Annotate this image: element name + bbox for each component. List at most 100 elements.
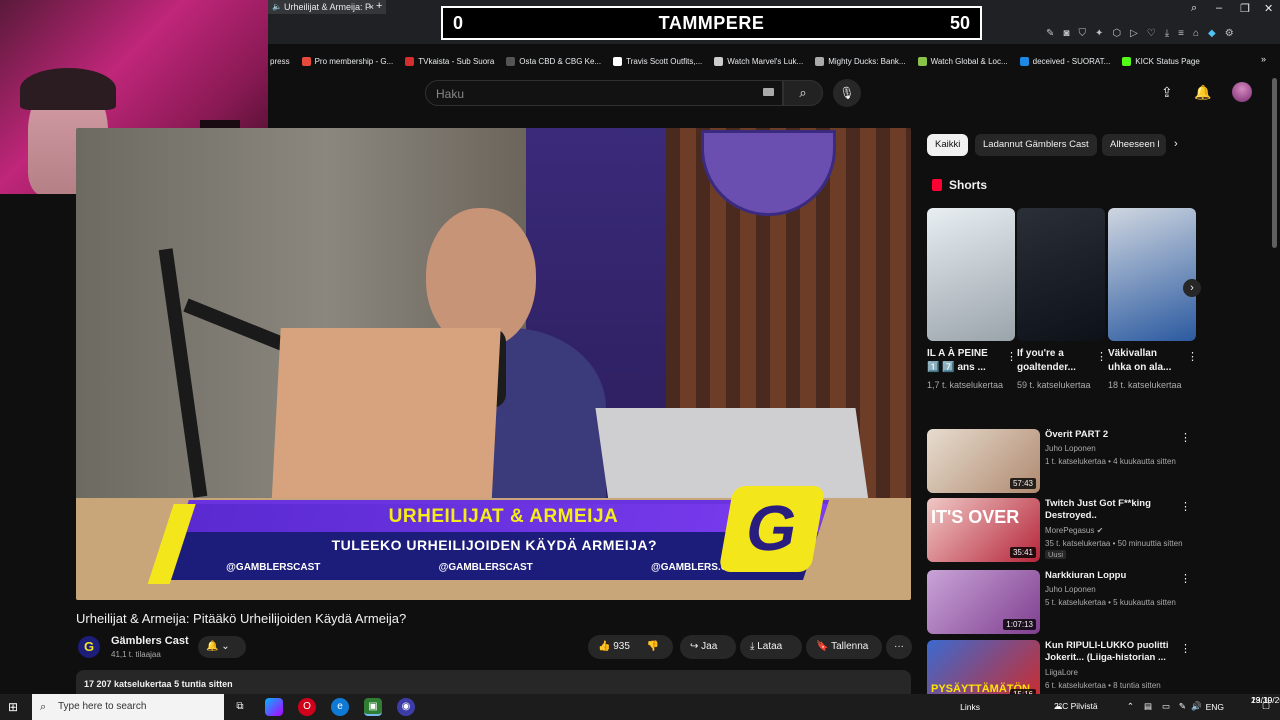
minimize-icon[interactable]: –	[1216, 2, 1222, 14]
pen-icon[interactable]: ✎	[1179, 701, 1186, 712]
opera-icon[interactable]: O	[298, 698, 316, 716]
save-button[interactable]: 🔖 Tallenna	[806, 635, 882, 659]
taskbar-search[interactable]: ⌕ Type here to search	[32, 694, 224, 720]
video-thumbnail[interactable]: 57:43	[927, 429, 1040, 493]
search-tabs-icon[interactable]: ⌕	[1191, 2, 1197, 15]
short-item[interactable]: If you're a goaltender... 59 t. katseluke…	[1017, 208, 1107, 392]
bookmarks-more-icon[interactable]: »	[1261, 54, 1266, 64]
channel-name[interactable]: Gämblers Cast	[111, 635, 189, 647]
bookmark-favicon-icon	[405, 56, 415, 66]
verified-icon: ✔	[1096, 526, 1104, 535]
channel-name: Juho Loponen	[1045, 444, 1096, 453]
keyboard-icon[interactable]	[763, 88, 774, 96]
bookmark-item[interactable]: Mighty Ducks: Bank...	[815, 56, 906, 66]
shorts-header: Shorts	[932, 178, 987, 192]
share-button[interactable]: ↪ Jaa	[680, 635, 736, 659]
more-vert-icon[interactable]: ⋮	[1180, 500, 1191, 513]
heart-icon[interactable]: ♡	[1147, 28, 1156, 39]
volume-icon[interactable]: 🔊	[1191, 701, 1202, 712]
bookmark-item[interactable]: Pro membership - G...	[301, 56, 393, 66]
chip-all[interactable]: Kaikki	[927, 134, 969, 156]
maximize-icon[interactable]: ❐	[1240, 2, 1250, 15]
cube-icon[interactable]: ⬡	[1112, 28, 1121, 39]
profile-icon[interactable]: ◆	[1208, 28, 1216, 39]
tab-close-icon[interactable]: ×	[369, 0, 374, 14]
video-thumbnail[interactable]: IT'S OVER 35:41	[927, 498, 1040, 562]
bookmark-item[interactable]: Travis Scott Outfits,...	[613, 56, 702, 66]
short-thumbnail[interactable]	[927, 208, 1015, 341]
search-input[interactable]: Haku	[425, 80, 783, 106]
play-icon[interactable]: ▷	[1130, 28, 1138, 39]
bookmark-item[interactable]: KICK Status Page	[1122, 56, 1200, 66]
short-item[interactable]: IL A À PEINE 1️⃣ 7️⃣ ans ... 1,7 t. katse…	[927, 208, 1017, 392]
chip-related[interactable]: Alheeseen l	[1102, 134, 1166, 156]
bookmark-item[interactable]: deceived - SUORAT...	[1019, 56, 1111, 66]
obs-app-icon[interactable]: ▣	[364, 698, 382, 716]
video-meta: 35 t. katselukertaa • 50 minuuttia sitte…	[1045, 539, 1183, 548]
edge-icon[interactable]: e	[331, 698, 349, 716]
chevron-right-icon[interactable]: ›	[1174, 138, 1178, 150]
video-thumbnail[interactable]: 1:07:13	[927, 570, 1040, 634]
notification-center-icon[interactable]: ▢	[1262, 700, 1270, 711]
subscribed-bell-button[interactable]: 🔔 ⌄	[198, 636, 246, 658]
scrollbar[interactable]	[1272, 78, 1277, 248]
links-toolbar[interactable]: Links	[960, 702, 980, 712]
bookmark-label: Watch Global & Loc...	[930, 56, 1008, 66]
camera-icon[interactable]: ◙	[1063, 28, 1069, 39]
shield-icon[interactable]: ⛉	[1078, 28, 1086, 39]
lock-icon[interactable]: ⌂	[1193, 28, 1199, 39]
bookmark-item[interactable]: press	[270, 57, 290, 66]
channel-avatar[interactable]: G	[78, 636, 100, 658]
copilot-icon[interactable]	[265, 698, 283, 716]
tray-overflow-icon[interactable]: ⌃	[1127, 701, 1134, 712]
bookmark-item[interactable]: TVkaista - Sub Suora	[405, 56, 494, 66]
edit-icon[interactable]: ✎	[1046, 28, 1054, 39]
bookmark-item[interactable]: Watch Marvel's Luk...	[714, 56, 803, 66]
task-view-icon[interactable]: ⧉	[231, 698, 249, 716]
voice-search-button[interactable]: 🎙	[833, 79, 861, 107]
like-button[interactable]: 👍 935	[598, 641, 630, 652]
bookmark-item[interactable]: Watch Global & Loc...	[917, 56, 1008, 66]
more-vert-icon[interactable]: ⋮	[1180, 431, 1191, 444]
tray-app-icon[interactable]: ▤	[1144, 701, 1152, 712]
more-vert-icon[interactable]: ⋮	[1180, 572, 1191, 585]
more-vert-icon[interactable]: ⋮	[1006, 350, 1017, 363]
more-vert-icon[interactable]: ⋮	[1180, 642, 1191, 655]
video-player[interactable]: URHEILIJAT & ARMEIJA TULEEKO URHEILIJOID…	[76, 128, 911, 600]
recommended-video[interactable]: 1:07:13 Narkkiuran Loppu Juho Loponen 5 t. …	[927, 570, 1197, 634]
extension-icon[interactable]: ✦	[1095, 28, 1103, 39]
discord-icon[interactable]: ◉	[397, 698, 415, 716]
notifications-icon[interactable]: 🔔	[1194, 84, 1211, 101]
search-button[interactable]: ⌕	[783, 80, 823, 106]
bookmark-item[interactable]: Osta CBD & CBG Ke...	[506, 56, 601, 66]
download-icon[interactable]: ⤓	[1165, 28, 1169, 39]
short-item[interactable]: Väkivallan uhka on ala... 18 t. katseluke…	[1108, 208, 1198, 392]
shorts-next-button[interactable]: ›	[1183, 279, 1201, 297]
bookmark-label: deceived - SUORAT...	[1032, 56, 1111, 66]
network-icon[interactable]: ▭	[1162, 701, 1170, 712]
gamblers-logo: G	[718, 486, 826, 572]
chip-channel[interactable]: Ladannut Gämblers Cast	[975, 134, 1097, 156]
more-actions-button[interactable]: ···	[886, 635, 912, 659]
more-vert-icon[interactable]: ⋮	[1187, 350, 1198, 363]
speaker-icon: 🔈	[272, 2, 282, 11]
short-thumbnail[interactable]	[1017, 208, 1105, 341]
subscriber-count: 41,1 t. tilaajaa	[111, 650, 161, 659]
video-scene-mic-stand	[158, 248, 208, 498]
close-window-icon[interactable]: ✕	[1264, 2, 1273, 15]
upload-icon[interactable]: ⇪	[1161, 84, 1173, 101]
download-button[interactable]: ⤓ Lataa	[740, 635, 802, 659]
more-vert-icon[interactable]: ⋮	[1096, 350, 1107, 363]
avatar[interactable]	[1232, 82, 1252, 102]
new-tab-button[interactable]: +	[376, 0, 382, 12]
like-count: 935	[613, 641, 630, 652]
recommended-video[interactable]: 57:43 Överit PART 2 Juho Loponen 1 t. katse…	[927, 429, 1197, 493]
dislike-button[interactable]: 👎	[647, 641, 659, 652]
menu-icon[interactable]: ≡	[1178, 28, 1184, 39]
windows-start-icon[interactable]: ⊞	[8, 700, 18, 714]
short-thumbnail[interactable]	[1108, 208, 1196, 341]
language-indicator[interactable]: ENG	[1206, 702, 1224, 712]
recommended-video[interactable]: IT'S OVER 35:41 Twitch Just Got F**king De…	[927, 498, 1197, 562]
browser-tab[interactable]: 🔈 Urheilijat & Armeija: P ×	[268, 0, 386, 14]
settings-icon[interactable]: ⚙	[1225, 28, 1234, 39]
